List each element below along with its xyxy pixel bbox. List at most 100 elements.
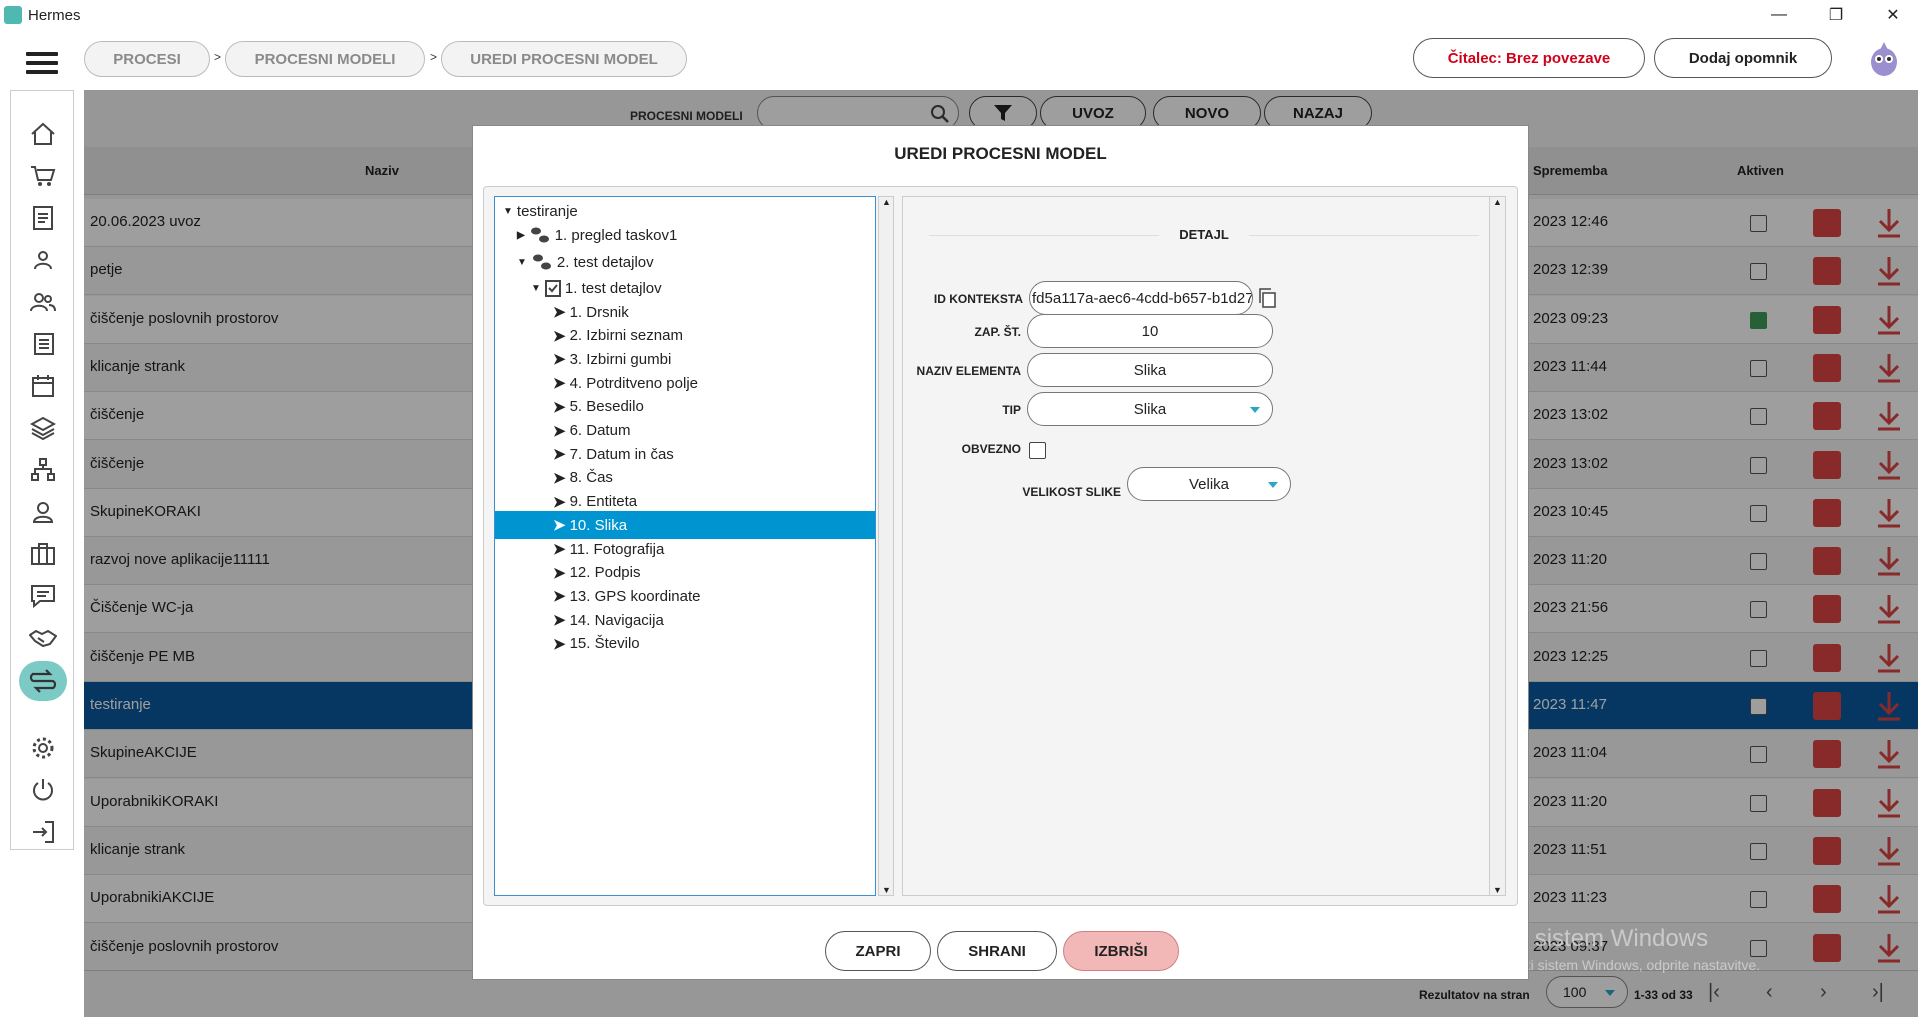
scroll-up-icon[interactable]: ▲ <box>882 197 891 207</box>
logout-icon[interactable] <box>27 817 59 847</box>
divider <box>1249 235 1479 236</box>
chevron-right-icon[interactable]: ➤ <box>553 350 566 368</box>
handshake-icon[interactable] <box>27 623 59 653</box>
steps-icon <box>530 227 549 243</box>
expanded-arrow-icon[interactable]: ▼ <box>503 206 513 217</box>
minimize-button[interactable]: — <box>1756 0 1802 30</box>
tree-node-label: 2. Izbirni seznam <box>569 327 683 345</box>
avatar[interactable] <box>1867 40 1901 78</box>
tree-node-label: 1. pregled taskov1 <box>554 226 678 244</box>
scroll-up-icon[interactable]: ▲ <box>1493 197 1502 207</box>
required-checkbox[interactable] <box>1029 442 1046 459</box>
image-size-select[interactable]: Velika <box>1127 467 1291 501</box>
cart-icon[interactable] <box>27 161 59 191</box>
order-field[interactable]: 10 <box>1027 314 1273 348</box>
chevron-right-icon[interactable]: ➤ <box>553 398 566 416</box>
element-name-field[interactable]: Slika <box>1027 353 1273 387</box>
users-icon[interactable] <box>27 287 59 317</box>
home-icon[interactable] <box>27 119 59 149</box>
tree-node[interactable]: ▼ 2. test detajlov <box>517 248 654 276</box>
tree-node-label: 3. Izbirni gumbi <box>569 350 672 368</box>
gear-icon[interactable] <box>27 733 59 763</box>
close-button[interactable]: ZAPRI <box>825 931 931 971</box>
chat-icon[interactable] <box>27 581 59 611</box>
document-icon[interactable] <box>27 203 59 233</box>
breadcrumb-procesi[interactable]: PROCESI <box>84 41 210 77</box>
tree-node-label: 1. test detajlov <box>564 279 662 297</box>
order-label: ZAP. ŠT. <box>974 325 1021 339</box>
window-title: Hermes <box>28 7 81 24</box>
app-logo-icon <box>4 6 22 24</box>
detail-scrollbar[interactable]: ▲ ▼ <box>1489 197 1505 895</box>
tree-node-label: 6. Datum <box>569 422 631 439</box>
process-icon[interactable] <box>19 661 67 701</box>
tree-node-label: testiranje <box>516 202 578 220</box>
chevron-right-icon[interactable]: ➤ <box>553 516 566 534</box>
chevron-right-icon[interactable]: ➤ <box>553 445 566 463</box>
scroll-down-icon[interactable]: ▼ <box>882 885 891 895</box>
tree-node[interactable]: ▶ 1. pregled taskov1 <box>517 221 677 249</box>
hierarchy-icon[interactable] <box>27 455 59 485</box>
element-name-label: NAZIV ELEMENTA <box>916 364 1021 378</box>
chevron-right-icon[interactable]: ➤ <box>553 303 566 321</box>
breadcrumb-procesni-modeli[interactable]: PROCESNI MODELI <box>225 41 425 77</box>
process-tree: ▼ testiranje ▶ 1. pregled taskov1 ▼ 2. test d… <box>494 196 876 896</box>
expanded-arrow-icon[interactable]: ▼ <box>531 283 541 294</box>
power-icon[interactable] <box>27 775 59 805</box>
tree-node[interactable]: ➤ 15. Število <box>553 630 640 658</box>
chevron-right-icon[interactable]: ➤ <box>553 469 566 487</box>
sidebar <box>10 90 74 850</box>
chevron-right-icon[interactable]: ➤ <box>553 635 566 653</box>
chevron-right-icon[interactable]: ➤ <box>553 374 566 392</box>
restore-button[interactable]: ❐ <box>1813 0 1859 30</box>
tree-node[interactable]: ➤ 10. Slika <box>495 511 875 540</box>
worker-icon[interactable] <box>27 497 59 527</box>
briefcase-icon[interactable] <box>27 539 59 569</box>
copy-icon[interactable] <box>1257 287 1277 309</box>
reader-status-button[interactable]: Čitalec: Brez povezave <box>1413 38 1645 78</box>
tree-node-label: 14. Navigacija <box>569 611 664 629</box>
chevron-right-icon[interactable]: ➤ <box>553 587 566 605</box>
form-icon <box>544 280 561 297</box>
list-icon[interactable] <box>27 329 59 359</box>
delete-button[interactable]: IZBRIŠI <box>1063 931 1179 971</box>
context-id-field[interactable]: fd5a117a-aec6-4cdd-b657-b1d2716eec <box>1029 281 1253 315</box>
menu-icon[interactable] <box>26 52 58 76</box>
tree-node-label: 15. Število <box>569 635 640 653</box>
close-window-button[interactable]: ✕ <box>1870 0 1916 30</box>
tree-scrollbar[interactable]: ▲ ▼ <box>878 196 894 896</box>
chevron-right-icon[interactable]: ➤ <box>553 611 566 629</box>
dialog-body: ▼ testiranje ▶ 1. pregled taskov1 ▼ 2. test d… <box>483 186 1518 906</box>
dialog-title: UREDI PROCESNI MODEL <box>894 144 1107 163</box>
breadcrumb-uredi-procesni-model[interactable]: UREDI PROCESNI MODEL <box>441 41 687 77</box>
type-label: TIP <box>1002 403 1021 417</box>
chevron-right-icon[interactable]: ➤ <box>553 564 566 582</box>
chevron-right-icon[interactable]: ➤ <box>553 422 566 440</box>
calendar-icon[interactable] <box>27 371 59 401</box>
tree-node-label: 13. GPS koordinate <box>569 587 701 605</box>
save-button[interactable]: SHRANI <box>937 931 1057 971</box>
type-value: Slika <box>1133 400 1167 418</box>
breadcrumb-separator: > <box>430 50 438 64</box>
tree-node-label: 2. test detajlov <box>556 253 654 271</box>
tree-node-label: 8. Čas <box>569 469 613 487</box>
layers-icon[interactable] <box>27 413 59 443</box>
context-id-label: ID KONTEKSTA <box>933 292 1023 306</box>
tree-node-label: 1. Drsnik <box>569 303 629 321</box>
steps-icon <box>532 254 551 270</box>
expanded-arrow-icon[interactable]: ▼ <box>517 257 527 268</box>
required-label: OBVEZNO <box>961 442 1021 456</box>
type-select[interactable]: Slika <box>1027 392 1273 426</box>
scroll-down-icon[interactable]: ▼ <box>1493 885 1502 895</box>
image-size-label: VELIKOST SLIKE <box>1022 485 1121 499</box>
add-reminder-button[interactable]: Dodaj opomnik <box>1654 38 1832 78</box>
chevron-right-icon[interactable]: ➤ <box>553 493 566 511</box>
chevron-right-icon[interactable]: ➤ <box>553 540 566 558</box>
edit-process-model-dialog: UREDI PROCESNI MODEL ▼ testiranje ▶ 1. preg… <box>472 125 1529 980</box>
collapsed-arrow-icon[interactable]: ▶ <box>517 230 525 241</box>
tree-node-label: 11. Fotografija <box>569 540 665 558</box>
user-icon[interactable] <box>27 245 59 275</box>
chevron-right-icon[interactable]: ➤ <box>553 327 566 345</box>
chevron-down-icon <box>1250 407 1260 413</box>
tree-node-label: 7. Datum in čas <box>569 445 674 463</box>
